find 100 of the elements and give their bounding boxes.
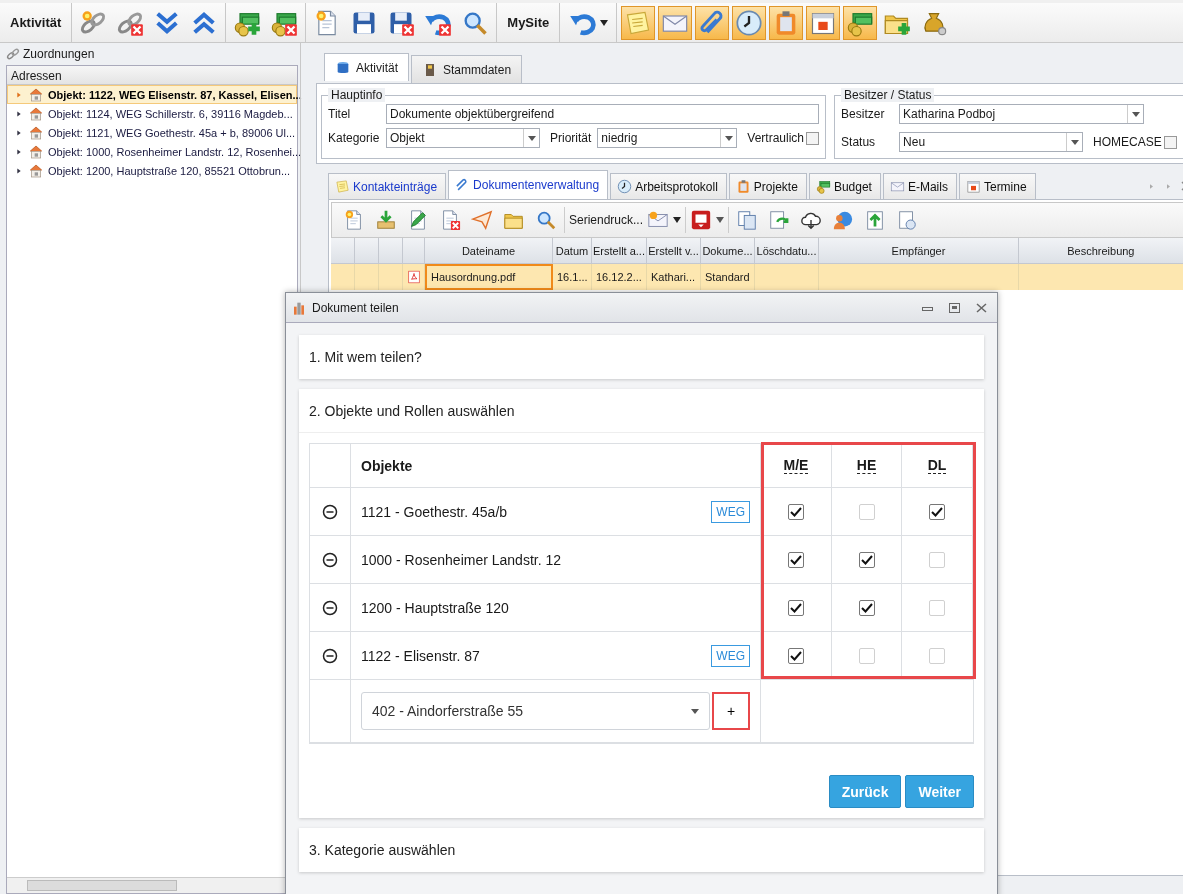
toggle-button[interactable] xyxy=(621,5,656,40)
tree-item[interactable]: Objekt: 1124, WEG Schillerstr. 6, 39116 Magdeb... xyxy=(7,104,297,123)
tab[interactable]: Arbeitsprotokoll xyxy=(610,173,727,199)
calendar-icon xyxy=(965,179,981,194)
tab[interactable]: Dokumentenverwaltung xyxy=(448,170,609,199)
house-icon xyxy=(28,105,44,122)
tab[interactable]: Budget xyxy=(808,173,881,199)
table-cell xyxy=(355,264,379,290)
step-title[interactable]: 1. Mit wem teilen? xyxy=(299,335,984,379)
dialog-title: Dokument teilen xyxy=(312,300,399,315)
field-label: Kategorie xyxy=(328,131,380,145)
column-header[interactable]: Datum xyxy=(553,238,592,264)
checkbox[interactable] xyxy=(1163,135,1177,149)
remove-icon[interactable] xyxy=(322,647,338,664)
checkbox[interactable] xyxy=(788,551,804,568)
caret-icon xyxy=(527,135,536,141)
chain-icon xyxy=(6,47,20,61)
caret-icon[interactable] xyxy=(673,217,682,223)
checkbox[interactable] xyxy=(788,503,804,520)
category-dropdown[interactable]: Objekt xyxy=(386,128,540,148)
paper-plane-icon xyxy=(471,209,493,231)
dropdown-button[interactable] xyxy=(523,129,539,147)
field-label: Titel xyxy=(328,107,352,121)
status-dropdown[interactable]: Neu xyxy=(899,132,1084,152)
object-name: 1000 - Rosenheimer Landstr. 12 xyxy=(361,551,561,568)
caret-icon xyxy=(599,19,608,26)
tree-item[interactable]: Objekt: 1200, Hauptstraße 120, 85521 Ottobrun... xyxy=(7,161,297,180)
tab[interactable]: Kontakteinträge xyxy=(328,173,447,199)
remove-icon[interactable] xyxy=(322,503,338,520)
checkbox[interactable] xyxy=(858,599,875,616)
column-header[interactable]: Erstellt a... xyxy=(592,238,647,264)
remove-icon[interactable] xyxy=(322,599,338,616)
column-header: HE xyxy=(856,457,877,474)
table-cell: Standard xyxy=(701,264,755,290)
object-name: 1121 - Goethestr. 45a/b xyxy=(361,503,508,520)
owner-dropdown[interactable]: Katharina Podboj xyxy=(899,104,1145,124)
toggle-button[interactable] xyxy=(843,5,878,40)
table-cell: Kathari... xyxy=(647,264,701,290)
object-name: 1122 - Elisenstr. 87 xyxy=(361,647,480,664)
search-icon xyxy=(535,209,557,231)
table-cell xyxy=(331,264,355,290)
title-field[interactable]: Dokumente objektübergreifend xyxy=(386,104,820,124)
checkbox[interactable] xyxy=(788,599,804,616)
refresh-icon xyxy=(768,209,791,231)
note-icon xyxy=(335,179,350,194)
caret-icon xyxy=(691,708,700,714)
mail-merge-button[interactable]: Seriendruck... xyxy=(569,213,644,227)
checkbox[interactable] xyxy=(929,503,945,520)
import-icon xyxy=(375,209,397,231)
toggle-button[interactable] xyxy=(806,5,841,40)
tag: WEG xyxy=(711,644,750,667)
priority-dropdown[interactable]: niedrig xyxy=(597,128,738,148)
tab[interactable]: E-Mails xyxy=(882,173,957,199)
caret-icon xyxy=(1131,111,1140,117)
house-icon xyxy=(28,143,44,160)
object-dropdown[interactable]: 402 - Aindorferstraße 55 xyxy=(361,692,711,730)
checkbox[interactable] xyxy=(788,647,804,664)
field-label: Status xyxy=(841,135,877,149)
schedule-icon xyxy=(896,209,919,231)
house-icon xyxy=(28,86,44,103)
person-globe-icon xyxy=(832,209,855,231)
checkbox[interactable] xyxy=(806,131,820,145)
column-header: M/E xyxy=(783,457,809,474)
column-header[interactable]: Empfänger xyxy=(819,238,1019,264)
caret-icon[interactable] xyxy=(716,217,725,223)
checkbox[interactable] xyxy=(858,551,875,568)
group-title: Besitzer / Status xyxy=(841,88,935,102)
column-header[interactable]: Löschdatu... xyxy=(755,238,819,264)
close-icon[interactable] xyxy=(976,302,987,313)
site-label: MySite xyxy=(506,15,551,30)
column-header[interactable]: Dateiname xyxy=(425,238,553,264)
table-cell: Hausordnung.pdf xyxy=(425,264,553,290)
tab[interactable]: Stammdaten xyxy=(411,55,523,83)
field-label: HOMECASE xyxy=(1093,135,1162,149)
column-header[interactable]: Erstellt v... xyxy=(647,238,701,264)
maximize-icon[interactable] xyxy=(949,302,960,313)
step-title[interactable]: 2. Objekte und Rollen auswählen xyxy=(299,389,984,433)
field-label: Priorität xyxy=(550,131,592,145)
tree-item[interactable]: Objekt: 1121, WEG Goethestr. 45a + b, 89006 Ul... xyxy=(7,123,297,142)
house-icon xyxy=(28,124,44,141)
object-name: 1200 - Hauptstraße 120 xyxy=(361,599,509,616)
toggle-button[interactable] xyxy=(658,5,693,40)
caret-icon xyxy=(724,135,733,141)
remove-icon[interactable] xyxy=(322,551,338,568)
tab[interactable]: Projekte xyxy=(728,173,807,199)
tab[interactable]: Termine xyxy=(958,173,1036,199)
caret-icon xyxy=(1070,139,1079,145)
toggle-button[interactable] xyxy=(732,5,767,40)
add-button[interactable]: + xyxy=(712,692,750,730)
clock-icon xyxy=(735,8,764,37)
step-title[interactable]: 3. Kategorie auswählen xyxy=(299,828,984,872)
column-header[interactable]: Dokume... xyxy=(701,238,755,264)
column-header: Objekte xyxy=(351,444,761,488)
toolbar-title: Aktivität xyxy=(9,15,63,30)
toggle-button[interactable] xyxy=(695,5,730,40)
tag: WEG xyxy=(711,500,750,523)
toggle-button[interactable] xyxy=(769,5,804,40)
column-header: DL xyxy=(927,457,947,474)
tab[interactable]: Aktivität xyxy=(324,53,409,81)
column-header[interactable]: Beschreibung xyxy=(1019,238,1183,264)
